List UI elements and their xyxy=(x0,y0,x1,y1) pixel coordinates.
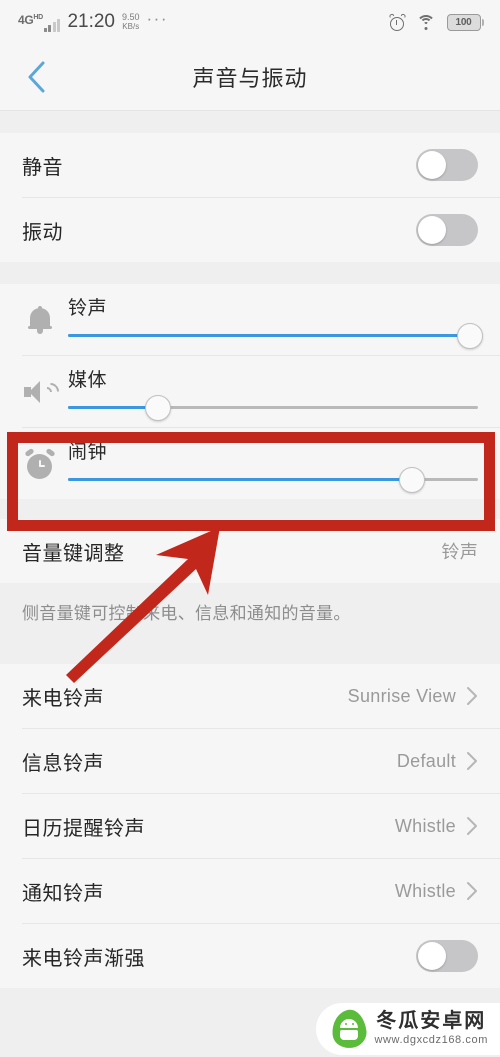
chevron-right-icon xyxy=(466,751,478,771)
row-label: 信息铃声 xyxy=(22,752,104,775)
volume-key-group: 音量键调整 铃声 xyxy=(0,519,500,583)
vibrate-toggle[interactable] xyxy=(416,214,478,246)
volume-sliders-group: 铃声 媒体 闹钟 xyxy=(0,284,500,499)
volume-key-description: 侧音量键可控制来电、信息和通知的音量。 xyxy=(0,583,500,644)
alarm-volume-slider[interactable] xyxy=(68,466,478,493)
slider-label: 铃声 xyxy=(68,298,108,319)
row-vibrate[interactable]: 振动 xyxy=(0,198,500,262)
row-label: 通知铃声 xyxy=(22,882,104,905)
row-label: 音量键调整 xyxy=(22,542,125,565)
row-ringtone-crescendo[interactable]: 来电铃声渐强 xyxy=(0,924,500,988)
back-button[interactable] xyxy=(20,60,54,94)
status-bar-right: 100 xyxy=(388,12,484,31)
section-gap xyxy=(0,262,500,284)
bell-icon xyxy=(18,305,62,334)
row-value: Default xyxy=(396,750,456,771)
slider-row-alarm[interactable]: 闹钟 xyxy=(0,428,500,499)
status-bar: 4GHD 21:20 9.50 KB/s ··· 100 xyxy=(0,0,500,44)
watermark: 冬瓜安卓网 www.dgxcdz168.com xyxy=(316,1003,500,1055)
network-type-label: 4G xyxy=(18,13,34,27)
status-clock: 21:20 xyxy=(67,11,115,32)
row-value: Sunrise View xyxy=(347,685,456,706)
mute-toggle[interactable] xyxy=(416,149,478,181)
network-speed-unit: KB/s xyxy=(122,21,140,31)
ringtone-group: 来电铃声 Sunrise View 信息铃声 Default 日历提醒铃声 Wh… xyxy=(0,664,500,988)
signal-bars-icon xyxy=(43,19,61,32)
row-message-ringtone[interactable]: 信息铃声 Default xyxy=(0,729,500,793)
chevron-right-icon xyxy=(466,686,478,706)
cellular-signal-icon: 4GHD xyxy=(18,11,61,33)
alarm-icon xyxy=(388,12,406,31)
toggles-group: 静音 振动 xyxy=(0,133,500,262)
section-gap xyxy=(0,499,500,519)
page-title: 声音与振动 xyxy=(192,66,308,91)
battery-icon: 100 xyxy=(446,13,484,31)
row-label: 日历提醒铃声 xyxy=(22,817,145,840)
slider-row-media[interactable]: 媒体 xyxy=(0,356,500,427)
ringtone-volume-slider[interactable] xyxy=(68,322,483,349)
wifi-icon xyxy=(416,14,436,30)
row-volume-key-adjust[interactable]: 音量键调整 铃声 xyxy=(0,519,500,583)
watermark-url: www.dgxcdz168.com xyxy=(374,1034,488,1047)
chevron-right-icon xyxy=(466,881,478,901)
slider-label: 媒体 xyxy=(68,370,108,391)
status-overflow-icon: ··· xyxy=(146,9,168,28)
android-leaf-logo-icon xyxy=(329,1007,369,1051)
row-calendar-ringtone[interactable]: 日历提醒铃声 Whistle xyxy=(0,794,500,858)
row-mute[interactable]: 静音 xyxy=(0,133,500,197)
chevron-left-icon xyxy=(28,61,45,93)
media-volume-slider[interactable] xyxy=(68,394,478,421)
slider-label: 闹钟 xyxy=(68,442,108,463)
row-notification-ringtone[interactable]: 通知铃声 Whistle xyxy=(0,859,500,923)
phone-screen: 4GHD 21:20 9.50 KB/s ··· 100 声音与振动 静音 振动… xyxy=(0,0,500,1057)
status-bar-left: 4GHD 21:20 9.50 KB/s ··· xyxy=(18,9,168,33)
section-gap xyxy=(0,111,500,133)
row-label: 来电铃声 xyxy=(22,687,104,710)
network-speed: 9.50 KB/s xyxy=(122,12,140,31)
page-header: 声音与振动 xyxy=(0,44,500,111)
section-gap xyxy=(0,644,500,664)
row-value: Whistle xyxy=(394,815,456,836)
row-label: 静音 xyxy=(22,156,63,179)
battery-percent-label: 100 xyxy=(455,16,472,28)
slider-row-ringtone[interactable]: 铃声 xyxy=(0,284,500,355)
ringtone-crescendo-toggle[interactable] xyxy=(416,940,478,972)
row-label: 来电铃声渐强 xyxy=(22,947,145,970)
row-value: Whistle xyxy=(394,880,456,901)
network-type-sup: HD xyxy=(33,14,43,21)
alarm-clock-icon xyxy=(18,447,62,479)
watermark-site-name: 冬瓜安卓网 xyxy=(376,1010,487,1033)
chevron-right-icon xyxy=(466,816,478,836)
row-value: 铃声 xyxy=(441,542,478,562)
row-label: 振动 xyxy=(22,221,63,244)
row-call-ringtone[interactable]: 来电铃声 Sunrise View xyxy=(0,664,500,728)
speaker-icon xyxy=(18,379,63,405)
